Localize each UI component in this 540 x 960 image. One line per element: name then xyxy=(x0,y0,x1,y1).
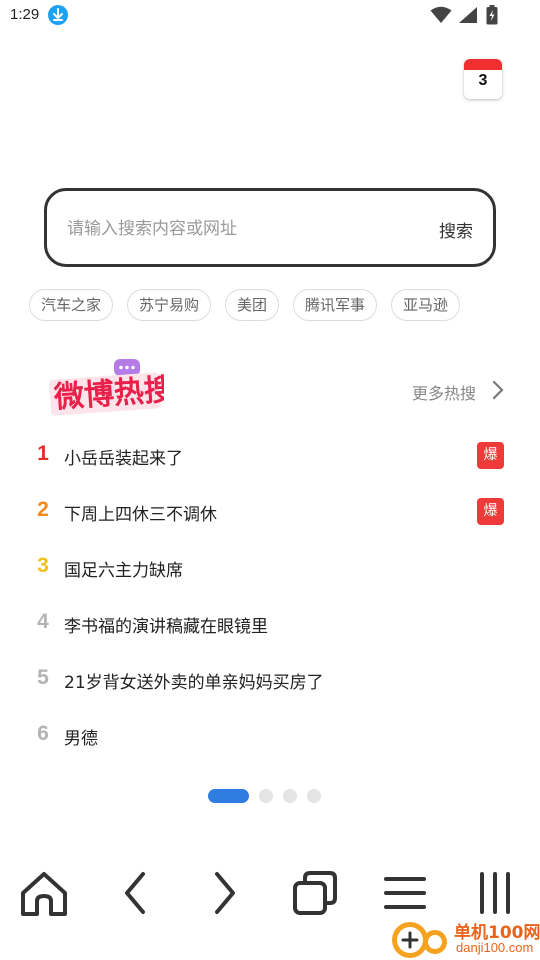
hot-list-item[interactable]: 6 男德 xyxy=(0,708,540,764)
quick-link-chip[interactable]: 亚马逊 xyxy=(391,289,460,321)
hot-rank: 6 xyxy=(37,722,49,745)
search-input[interactable] xyxy=(67,215,397,243)
hot-rank: 1 xyxy=(37,442,49,465)
chevron-right-icon[interactable] xyxy=(488,378,508,402)
hot-rank: 2 xyxy=(37,498,49,521)
hot-title: 李书福的演讲稿藏在眼镜里 xyxy=(64,617,268,637)
status-icons xyxy=(430,5,510,27)
hot-rank: 5 xyxy=(37,666,49,689)
download-icon xyxy=(48,5,68,25)
hot-list-item[interactable]: 3 国足六主力缺席 xyxy=(0,540,540,596)
watermark-logo-icon xyxy=(392,922,447,958)
hot-title: 男德 xyxy=(64,729,98,749)
quick-link-chip[interactable]: 汽车之家 xyxy=(29,289,113,321)
weibo-logo-text: 微博热搜 xyxy=(52,372,164,415)
hot-rank: 4 xyxy=(37,610,49,633)
hot-rank: 3 xyxy=(37,554,49,577)
hot-title: 21岁背女送外卖的单亲妈妈买房了 xyxy=(64,673,324,693)
status-bar: 1:29 xyxy=(0,0,540,32)
hot-list-item[interactable]: 4 李书福的演讲稿藏在眼镜里 xyxy=(0,596,540,652)
page-dot[interactable] xyxy=(307,789,321,803)
hot-title: 国足六主力缺席 xyxy=(64,561,183,581)
home-icon[interactable] xyxy=(17,866,71,920)
hot-badge: 爆 xyxy=(477,442,504,469)
quick-link-chip[interactable]: 美团 xyxy=(225,289,279,321)
quick-links: 汽车之家 苏宁易购 美团 腾讯军事 亚马逊 xyxy=(29,289,469,321)
search-button[interactable]: 搜索 xyxy=(439,217,473,242)
battery-icon xyxy=(486,5,498,25)
hot-list-item[interactable]: 5 21岁背女送外卖的单亲妈妈买房了 xyxy=(0,652,540,708)
menu-icon[interactable] xyxy=(378,866,432,920)
tabs-icon[interactable] xyxy=(288,866,342,920)
hot-title: 小岳岳装起来了 xyxy=(64,449,183,469)
hot-list-item[interactable]: 1 小岳岳装起来了 爆 xyxy=(0,428,540,484)
forward-icon[interactable] xyxy=(198,866,252,920)
quick-link-chip[interactable]: 苏宁易购 xyxy=(127,289,211,321)
page-dot[interactable] xyxy=(283,789,297,803)
calendar-button[interactable]: 3 xyxy=(464,59,502,99)
search-bar: 搜索 xyxy=(44,188,496,267)
watermark-url: danji100.com xyxy=(456,940,534,955)
wifi-icon xyxy=(430,6,452,23)
status-time: 1:29 xyxy=(10,6,40,23)
more-icon[interactable] xyxy=(468,866,522,920)
quick-link-chip[interactable]: 腾讯军事 xyxy=(293,289,377,321)
hot-badge: 爆 xyxy=(477,498,504,525)
calendar-icon xyxy=(464,59,502,70)
more-hot-link[interactable]: 更多热搜 xyxy=(412,380,476,404)
hot-list-item[interactable]: 2 下周上四休三不调休 爆 xyxy=(0,484,540,540)
hot-title: 下周上四休三不调休 xyxy=(64,505,217,525)
page-dot[interactable] xyxy=(259,789,273,803)
signal-icon xyxy=(459,7,477,23)
calendar-day: 3 xyxy=(478,72,488,89)
page-indicator xyxy=(208,789,328,803)
weibo-hot-logo: 微博热搜 xyxy=(46,358,175,420)
back-icon[interactable] xyxy=(108,866,162,920)
watermark: 单机100网 danji100.com xyxy=(388,918,540,960)
page-dot-active[interactable] xyxy=(208,789,249,803)
